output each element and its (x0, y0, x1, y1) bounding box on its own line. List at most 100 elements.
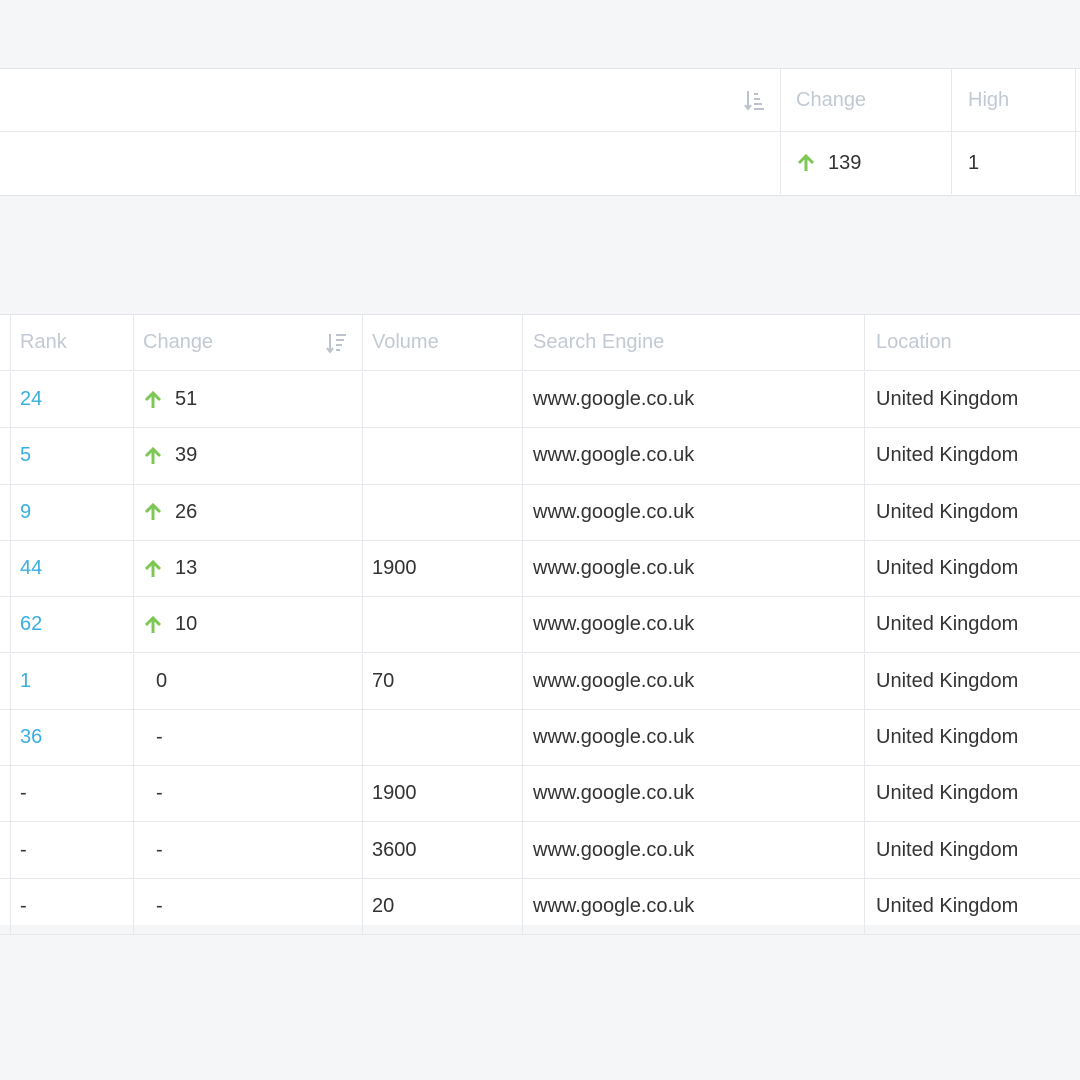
volume-cell: 20 (363, 878, 523, 934)
rank-link[interactable]: 1 (20, 670, 31, 693)
summary-high-cell: 1 (952, 132, 1076, 194)
change-value: 39 (175, 444, 198, 467)
location-cell: United Kingdom (876, 669, 1019, 692)
location-cell: United Kingdom (876, 894, 1019, 917)
row-leading-cell (0, 709, 11, 766)
location-cell: United Kingdom (876, 725, 1019, 748)
location-column-header[interactable]: Location (865, 315, 1080, 370)
rank-cell: - (11, 878, 134, 934)
summary-change-value: 139 (828, 151, 862, 174)
location-cell: United Kingdom (876, 557, 1019, 580)
summary-name-header[interactable] (0, 69, 781, 131)
row-leading-cell (0, 822, 11, 878)
keywords-table: Rank Change Volume Search Engine Locatio… (0, 314, 1080, 935)
change-value: - (156, 725, 163, 748)
search-engine-cell: www.google.co.uk (523, 822, 865, 878)
arrow-up-icon (144, 503, 162, 521)
location-cell: United Kingdom (876, 613, 1019, 636)
arrow-up-icon (144, 446, 162, 464)
volume-cell: 1900 (363, 540, 523, 597)
search-engine-cell: www.google.co.uk (523, 540, 865, 597)
volume-cell: 3600 (363, 822, 523, 878)
location-cell: United Kingdom (876, 500, 1019, 523)
rank-link[interactable]: 44 (20, 557, 42, 580)
table-row: 1 0 70 www.google.co.uk United Kingdom (0, 653, 1080, 710)
summary-change-header[interactable]: Change (781, 69, 952, 131)
search-engine-column-header[interactable]: Search Engine (523, 315, 865, 370)
rank-value: - (20, 782, 27, 805)
rank-link[interactable]: 36 (20, 726, 42, 749)
row-leading-cell (0, 484, 11, 540)
rank-column-header[interactable]: Rank (11, 315, 134, 370)
search-engine-cell: www.google.co.uk (523, 484, 865, 540)
change-value: 51 (175, 388, 198, 411)
change-cell: - (134, 766, 363, 822)
table-row: 5 39 www.google.co.uk United Kingdom (0, 428, 1080, 485)
rank-cell: 1 (11, 653, 134, 709)
summary-change-cell: 139 (781, 132, 952, 194)
search-engine-cell: www.google.co.uk (523, 372, 865, 428)
search-engine-cell: www.google.co.uk (523, 709, 865, 766)
rank-cell: - (11, 766, 134, 822)
change-value: 0 (156, 669, 168, 692)
change-value: 26 (175, 500, 198, 523)
change-cell: 26 (134, 484, 363, 540)
table-row: 62 10 www.google.co.uk United Kingdom (0, 597, 1080, 654)
change-cell: 0 (134, 653, 363, 709)
arrow-up-icon (797, 153, 815, 171)
change-cell: - (134, 822, 363, 878)
change-cell: - (134, 878, 363, 934)
volume-cell (363, 597, 523, 653)
search-engine-cell: www.google.co.uk (523, 597, 865, 653)
table-row: - - 3600 www.google.co.uk United Kingdom (0, 822, 1080, 879)
rank-cell: 36 (11, 709, 134, 766)
location-cell: United Kingdom (876, 782, 1019, 805)
sort-descending-icon[interactable] (744, 88, 766, 112)
change-cell: 10 (134, 597, 363, 653)
rank-cell: 44 (11, 540, 134, 597)
change-value: - (156, 782, 163, 805)
arrow-up-icon (144, 390, 162, 408)
summary-name-cell (0, 132, 781, 194)
rank-link[interactable]: 9 (20, 501, 31, 524)
search-engine-cell: www.google.co.uk (523, 428, 865, 484)
rank-cell: - (11, 822, 134, 878)
table-row: 24 51 www.google.co.uk United Kingdom (0, 372, 1080, 429)
change-value: 10 (175, 613, 198, 636)
change-cell: - (134, 709, 363, 766)
change-column-header[interactable]: Change (134, 315, 363, 370)
location-cell: United Kingdom (876, 838, 1019, 861)
rank-cell: 62 (11, 597, 134, 653)
row-leading-cell (0, 372, 11, 428)
row-leading-cell (0, 597, 11, 653)
change-value: - (156, 838, 163, 861)
row-leading-cell (0, 540, 11, 597)
row-leading-cell (0, 653, 11, 709)
rank-cell: 9 (11, 484, 134, 540)
row-leading-cell (0, 766, 11, 822)
volume-cell (363, 372, 523, 428)
summary-high-header[interactable]: High (952, 69, 1076, 131)
change-cell: 13 (134, 540, 363, 597)
summary-row: 139 1 (0, 132, 1080, 194)
volume-column-header[interactable]: Volume (363, 315, 523, 370)
rank-link[interactable]: 62 (20, 613, 42, 636)
table-row: 44 13 1900 www.google.co.uk United Kingdom (0, 540, 1080, 598)
row-leading-cell (0, 428, 11, 484)
arrow-up-icon (144, 559, 162, 577)
summary-table: Change High 139 1 (0, 68, 1080, 196)
search-engine-cell: www.google.co.uk (523, 766, 865, 822)
table-row: - - 1900 www.google.co.uk United Kingdom (0, 766, 1080, 823)
rank-link[interactable]: 5 (20, 444, 31, 467)
sort-descending-icon[interactable] (326, 331, 348, 355)
rank-cell: 24 (11, 372, 134, 428)
volume-cell: 70 (363, 653, 523, 709)
table-row: - - 20 www.google.co.uk United Kingdom (0, 878, 1080, 935)
arrow-up-icon (144, 615, 162, 633)
change-cell: 39 (134, 428, 363, 484)
change-cell: 51 (134, 372, 363, 428)
rank-value: - (20, 894, 27, 917)
table-row: 9 26 www.google.co.uk United Kingdom (0, 484, 1080, 541)
volume-cell: 1900 (363, 766, 523, 822)
rank-link[interactable]: 24 (20, 388, 42, 411)
